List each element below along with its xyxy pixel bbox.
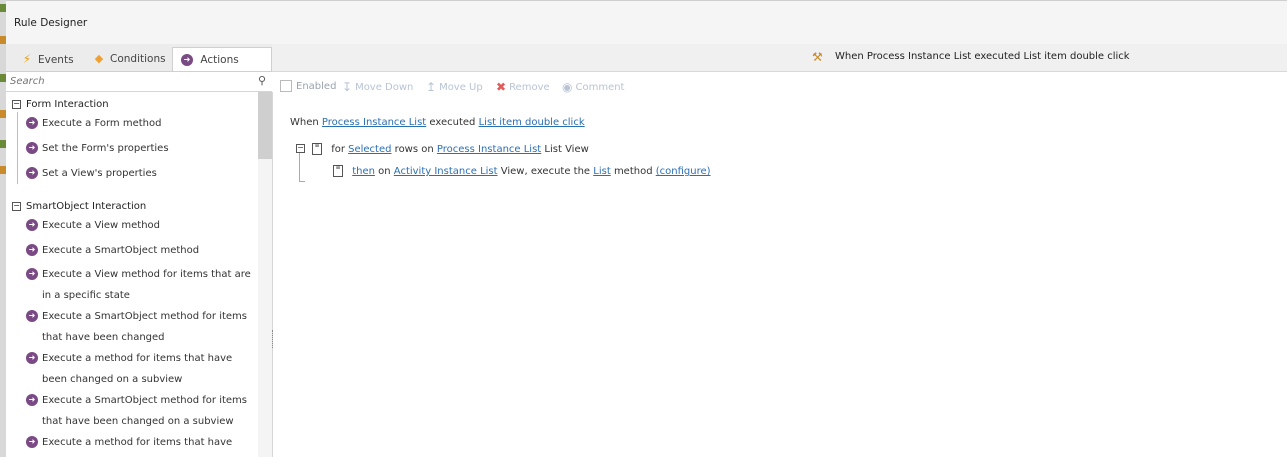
tab-conditions[interactable]: ◆ Conditions [92,47,172,71]
list-item[interactable]: ➜ Set the Form's properties [26,138,254,159]
collapse-icon[interactable]: − [12,201,21,211]
list-item[interactable]: ➜Execute a method for items that have be… [26,348,254,390]
move-up-button[interactable]: ↥ Move Up [426,80,483,94]
tab-actions[interactable]: ➜ Actions [172,47,272,71]
rule-toolbar: Enabled ↧ Move Down ↥ Move Up ✖ Remove ◉ Com… [274,72,1287,102]
document-icon: ≡ [312,143,322,155]
rule-line-event: When Process Instance List executed List… [290,117,585,128]
tab-events[interactable]: ⚡ Events [20,47,82,71]
arrow-circle-icon: ➜ [26,219,38,231]
collapse-icon[interactable]: − [12,99,21,109]
rule-link[interactable]: then [352,166,375,177]
list-item[interactable]: ➜ Set a View's properties [26,163,254,184]
list-item[interactable]: ➜ Execute a View method for items that ar… [26,264,254,306]
tree-line [17,112,18,184]
rule-link[interactable]: Activity Instance List [394,166,498,177]
tab-label: Events [38,54,74,66]
actions-list-panel: − Form Interaction ➜ Execute a Form method… [6,92,273,457]
tab-label: Actions [200,54,239,66]
list-item[interactable]: ➜Execute a method for items that have be… [26,432,254,457]
comment-button[interactable]: ◉ Comment [562,80,624,94]
list-item[interactable]: ➜ Execute a SmartObject method for items … [26,390,254,432]
rule-line-action: ≡ then on Activity Instance List View, e… [333,165,711,177]
rule-link[interactable]: Process Instance List [322,117,426,128]
title-bar: Rule Designer [6,0,1287,45]
rule-line-loop: ≡ for Selected rows on Process Instance … [312,143,589,155]
arrow-circle-icon: ➜ [181,54,193,66]
arrow-circle-icon: ➜ [26,244,38,256]
close-icon: ✖ [496,80,507,94]
list-item[interactable]: ➜ Execute a SmartObject method for items … [26,306,254,348]
arrow-circle-icon: ➜ [26,142,38,154]
move-down-icon: ↧ [342,80,353,94]
rule-link[interactable]: Selected [348,144,391,155]
arrow-circle-icon: ➜ [26,167,38,179]
diamond-icon: ◆ [94,52,104,65]
arrow-circle-icon: ➜ [26,310,38,322]
arrow-circle-icon: ➜ [26,117,38,129]
lightning-icon: ⚡ [22,52,32,66]
rule-link[interactable]: Process Instance List [437,144,541,155]
list-item[interactable]: ➜ Execute a SmartObject method [26,240,254,261]
collapse-icon[interactable]: − [296,144,305,153]
document-icon: ≡ [333,165,343,177]
move-up-icon: ↥ [426,80,437,94]
tab-label: Conditions [110,53,166,65]
search-box: ⚲ [6,72,272,92]
group-form-interaction[interactable]: − Form Interaction [12,99,109,110]
remove-button[interactable]: ✖ Remove [496,80,550,94]
arrow-circle-icon: ➜ [26,268,38,280]
comment-icon: ◉ [562,80,573,94]
group-label: SmartObject Interaction [26,201,147,212]
window-title: Rule Designer [14,17,88,29]
scrollbar-thumb[interactable] [258,92,272,159]
group-label: Form Interaction [26,99,109,110]
search-icon[interactable]: ⚲ [258,74,266,87]
tab-strip: ⚡ Events ◆ Conditions ➜ Actions [6,44,272,72]
tree-line [299,153,300,181]
rule-link[interactable]: List item double click [479,117,585,128]
arrow-circle-icon: ➜ [26,352,38,364]
arrow-circle-icon: ➜ [26,394,38,406]
gavel-icon: ⚒ [812,50,823,64]
enabled-checkbox[interactable]: Enabled [280,80,336,92]
rule-header-title: When Process Instance List executed List… [835,51,1130,62]
move-down-button[interactable]: ↧ Move Down [342,80,413,94]
rule-header: ⚒ When Process Instance List executed Li… [272,44,1287,72]
configure-link[interactable]: (configure) [656,166,711,177]
checkbox-icon [280,80,292,92]
list-item[interactable]: ➜ Execute a View method [26,215,254,236]
list-item[interactable]: ➜ Execute a Form method [26,113,254,134]
search-input[interactable] [10,74,250,88]
group-smartobject-interaction[interactable]: − SmartObject Interaction [12,201,146,212]
tree-line [299,181,305,182]
arrow-circle-icon: ➜ [26,436,38,448]
rule-canvas: When Process Instance List executed List… [274,101,1287,457]
rule-link[interactable]: List [593,166,610,177]
